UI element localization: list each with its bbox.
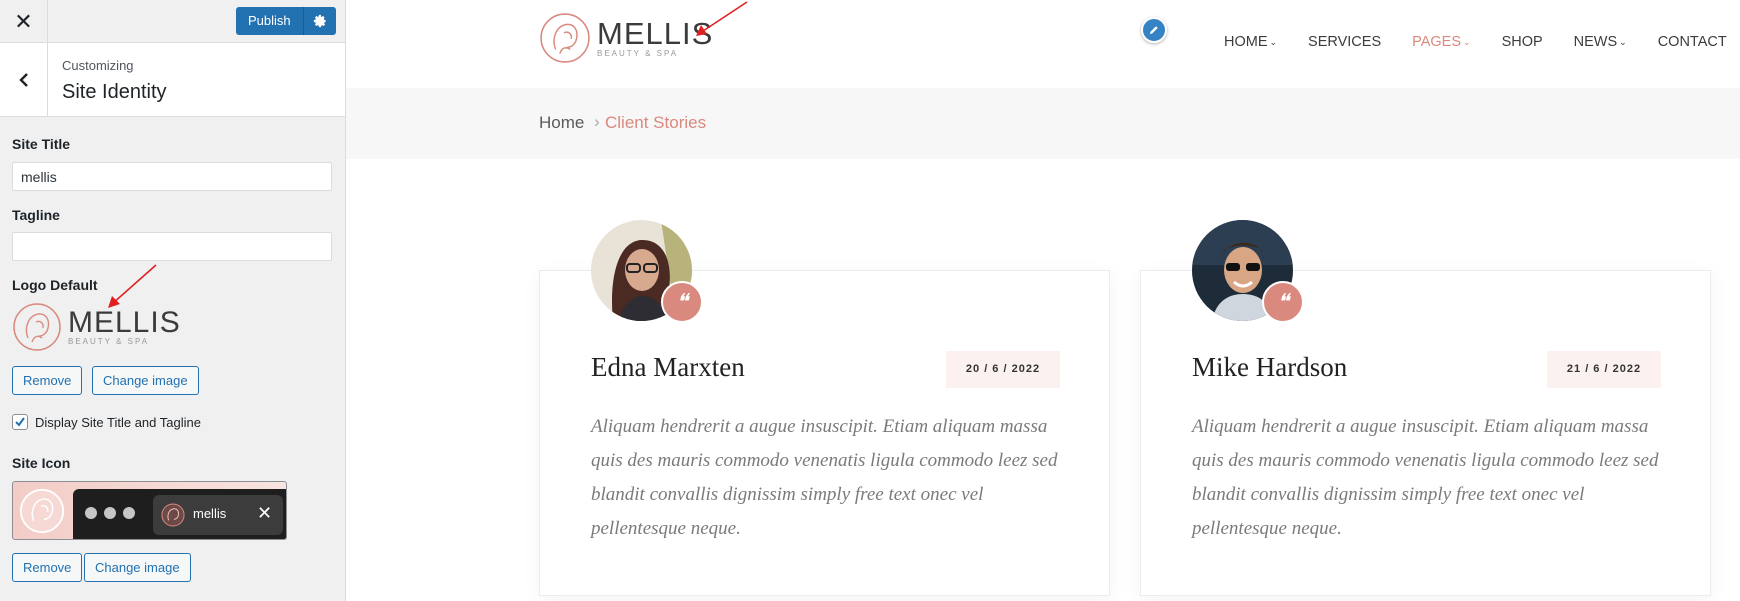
nav-item-label: PAGES <box>1412 34 1462 50</box>
nav-item-label: SHOP <box>1501 34 1543 50</box>
pencil-icon <box>1150 26 1158 34</box>
nav-item-contact[interactable]: CONTACT <box>1658 34 1727 50</box>
section-header: Customizing Site Identity <box>0 43 345 117</box>
breadcrumb: Home › Client Stories <box>346 88 1740 159</box>
chevron-down-icon: ⌄ <box>1619 36 1627 47</box>
nav-item-label: SERVICES <box>1308 34 1382 50</box>
site-preview: MELLIS BEAUTY & SPA HOME ⌄ SERVICES PAGES… <box>346 0 1740 601</box>
close-customizer-button[interactable]: ✕ <box>0 0 48 43</box>
logo-preview: MELLIS BEAUTY & SPA <box>12 302 181 352</box>
display-title-checkbox[interactable] <box>12 414 28 430</box>
nav-item-label: HOME <box>1224 34 1268 50</box>
quote-icon: ❝ <box>661 281 703 323</box>
display-title-option: Display Site Title and Tagline <box>12 414 201 430</box>
site-logo-text: MELLIS <box>597 15 714 51</box>
site-title-input[interactable] <box>12 162 332 191</box>
publish-button[interactable]: Publish <box>236 7 304 35</box>
gear-icon <box>313 14 326 28</box>
chevron-down-icon: ⌄ <box>1463 36 1471 47</box>
close-icon: ✕ <box>257 503 273 523</box>
site-icon-image <box>19 488 65 534</box>
testimonial-quote: Aliquam hendrerit a augue insuscipit. Et… <box>1192 416 1659 539</box>
breadcrumb-home-link[interactable]: Home <box>539 113 584 133</box>
chevron-left-icon <box>18 73 28 87</box>
tagline-label: Tagline <box>12 207 60 223</box>
back-button[interactable] <box>0 43 48 117</box>
logo-default-label: Logo Default <box>12 277 98 293</box>
site-icon-change-image-button[interactable]: Change image <box>84 553 191 582</box>
mellis-logo-mark <box>13 303 61 351</box>
site-icon-label: Site Icon <box>12 455 71 471</box>
publish-actions: Publish <box>236 7 336 35</box>
browser-tab: mellis ✕ <box>153 495 283 535</box>
edit-shortcut-button[interactable] <box>1141 17 1167 43</box>
publish-settings-button[interactable] <box>303 7 336 35</box>
browser-tab-preview: mellis ✕ <box>73 489 286 539</box>
testimonial-name: Edna Marxten <box>591 352 745 382</box>
site-icon-preview: mellis ✕ <box>12 481 287 540</box>
site-logo-wordmark: MELLIS BEAUTY & SPA <box>597 15 714 58</box>
nav-item-label: NEWS <box>1573 34 1618 50</box>
customizer-header: ✕ Publish <box>0 0 345 43</box>
nav-item-shop[interactable]: SHOP <box>1502 34 1543 50</box>
logo-text: MELLIS <box>68 305 181 339</box>
site-icon-remove-button[interactable]: Remove <box>12 553 83 582</box>
testimonial-quote: Aliquam hendrerit a augue insuscipit. Et… <box>591 416 1058 539</box>
display-title-label: Display Site Title and Tagline <box>35 414 201 430</box>
testimonial-name: Mike Hardson <box>1192 352 1348 382</box>
nav-item-pages[interactable]: PAGES ⌄ <box>1412 34 1470 50</box>
nav-item-home[interactable]: HOME ⌄ <box>1224 34 1277 50</box>
favicon-icon <box>161 503 185 527</box>
section-parent-label: Customizing <box>62 58 134 73</box>
close-icon: ✕ <box>14 8 33 34</box>
site-title-label: Site Title <box>12 136 71 152</box>
main-navigation: HOME ⌄ SERVICES PAGES ⌄ SHOP NEWS ⌄ CONTACT <box>1224 34 1727 50</box>
site-logo[interactable]: MELLIS BEAUTY & SPA <box>539 12 713 64</box>
section-title: Site Identity <box>62 81 167 103</box>
testimonial-date: 21 / 6 / 2022 <box>1547 351 1661 388</box>
logo-wordmark: MELLIS BEAUTY & SPA <box>68 305 181 346</box>
nav-item-label: CONTACT <box>1657 34 1727 50</box>
logo-remove-button[interactable]: Remove <box>12 366 83 395</box>
testimonial-date: 20 / 6 / 2022 <box>946 351 1060 388</box>
tagline-input[interactable] <box>12 232 332 261</box>
nav-item-news[interactable]: NEWS ⌄ <box>1574 34 1627 50</box>
browser-tab-title: mellis <box>193 506 227 521</box>
mellis-logo-mark <box>540 13 590 63</box>
breadcrumb-separator-icon: › <box>594 112 600 131</box>
nav-item-services[interactable]: SERVICES <box>1308 34 1381 50</box>
quote-icon: ❝ <box>1262 281 1304 323</box>
logo-change-image-button[interactable]: Change image <box>92 366 199 395</box>
customizer-sidebar: ✕ Publish Customizing Site Identity Site… <box>0 0 346 601</box>
checkmark-icon <box>15 417 25 427</box>
breadcrumb-current: Client Stories <box>605 113 707 132</box>
window-dots <box>85 507 135 519</box>
chevron-down-icon: ⌄ <box>1269 36 1278 47</box>
